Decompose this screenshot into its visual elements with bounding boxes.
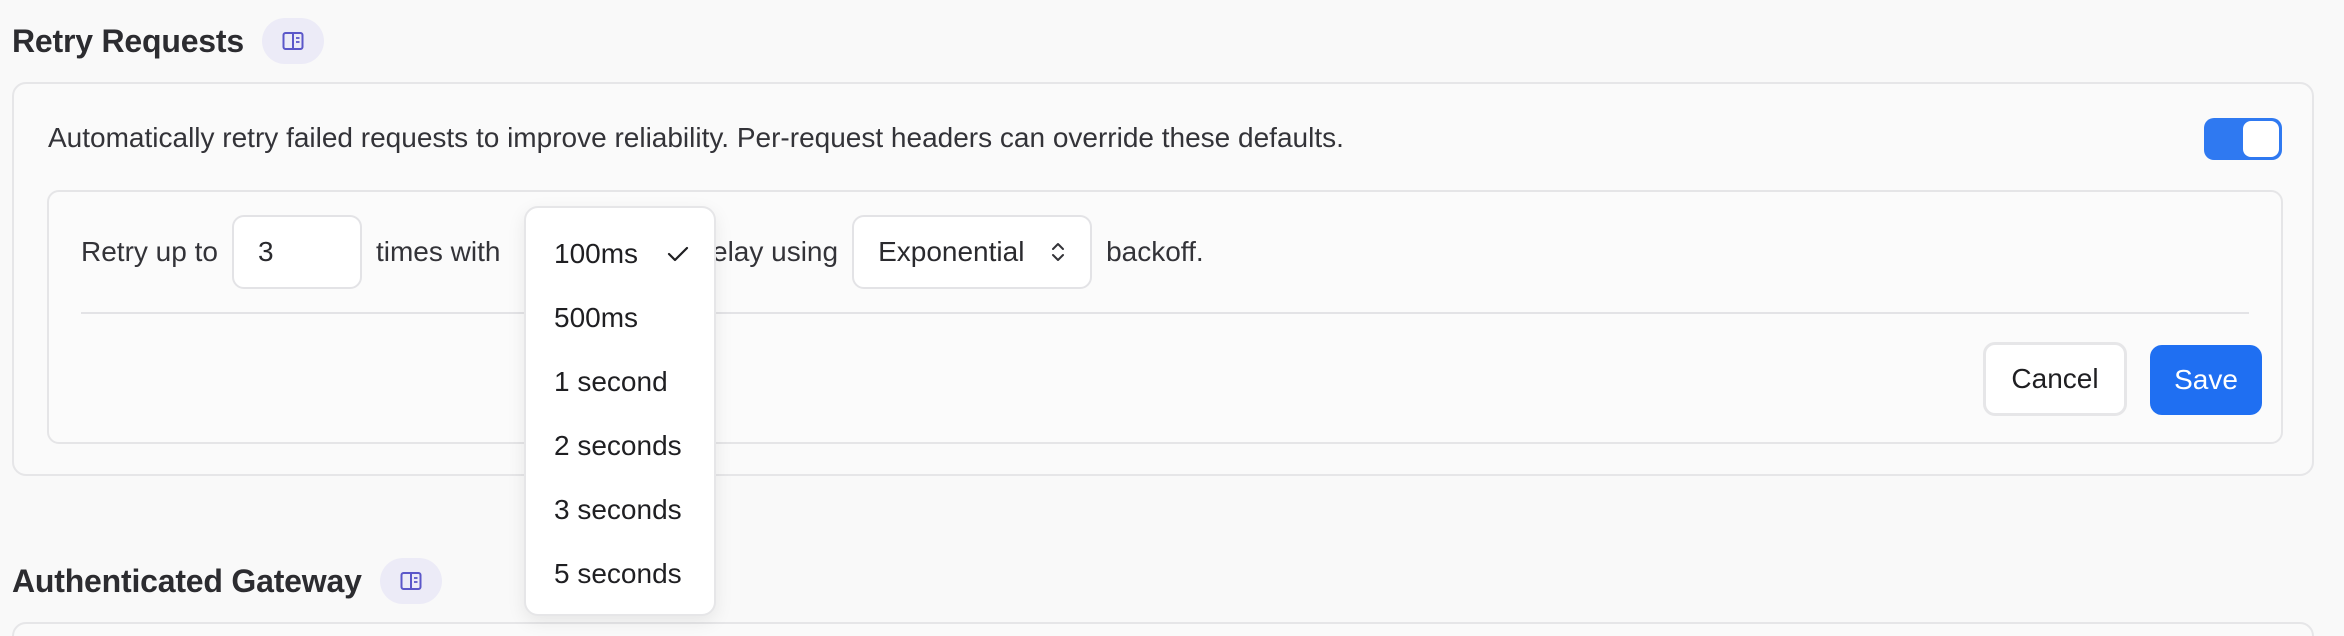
delay-option-label: 500ms (554, 302, 639, 333)
delay-option-label: 1 second (554, 366, 668, 397)
gateway-card (12, 622, 2314, 636)
backoff-select-value: Exponential (878, 236, 1025, 267)
retry-description: Automatically retry failed requests to i… (48, 122, 1344, 153)
panel-divider (81, 312, 2249, 314)
gateway-docs-button[interactable] (379, 558, 442, 604)
save-button[interactable]: Save (2150, 345, 2262, 415)
retry-enabled-toggle[interactable] (2204, 118, 2282, 160)
check-icon (667, 246, 689, 262)
delay-option-label: 100ms (554, 238, 639, 269)
delay-dropdown-menu: 100ms 500ms 1 second 2 seconds 3 seconds… (524, 206, 716, 616)
delay-option-label: 3 seconds (554, 494, 682, 525)
settings-page: Retry Requests Automatically retry faile… (0, 0, 2344, 636)
delay-option[interactable]: 5 seconds (554, 552, 690, 596)
retry-prefix-label: Retry up to (81, 236, 218, 267)
delay-option[interactable]: 3 seconds (554, 488, 690, 532)
retry-middle-label: times with (375, 236, 501, 267)
retry-card: Automatically retry failed requests to i… (12, 82, 2314, 476)
book-icon (400, 572, 422, 590)
retry-section-title: Retry Requests (12, 22, 244, 59)
delay-option[interactable]: 1 second (554, 360, 690, 404)
delay-option-label: 2 seconds (554, 430, 682, 461)
delay-option[interactable]: 2 seconds (554, 424, 690, 468)
retry-delay-label: delay using (696, 236, 839, 267)
delay-option-label: 5 seconds (554, 558, 682, 589)
retry-count-input[interactable] (231, 215, 362, 289)
chevron-up-down-icon (1052, 243, 1065, 261)
book-icon (282, 32, 304, 50)
retry-docs-button[interactable] (261, 18, 324, 64)
gateway-section-header: Authenticated Gateway (12, 557, 442, 605)
gateway-section-title: Authenticated Gateway (12, 562, 362, 599)
delay-option[interactable]: 500ms (554, 296, 690, 340)
toggle-knob (2243, 121, 2279, 157)
retry-config-panel: Retry up to times with delay using Expon… (47, 190, 2283, 444)
backoff-select[interactable]: Exponential (852, 215, 1093, 289)
retry-section-header: Retry Requests (12, 17, 324, 65)
cancel-button[interactable]: Cancel (1983, 342, 2127, 416)
delay-option[interactable]: 100ms (554, 232, 690, 276)
retry-suffix-label: backoff. (1106, 236, 1204, 267)
